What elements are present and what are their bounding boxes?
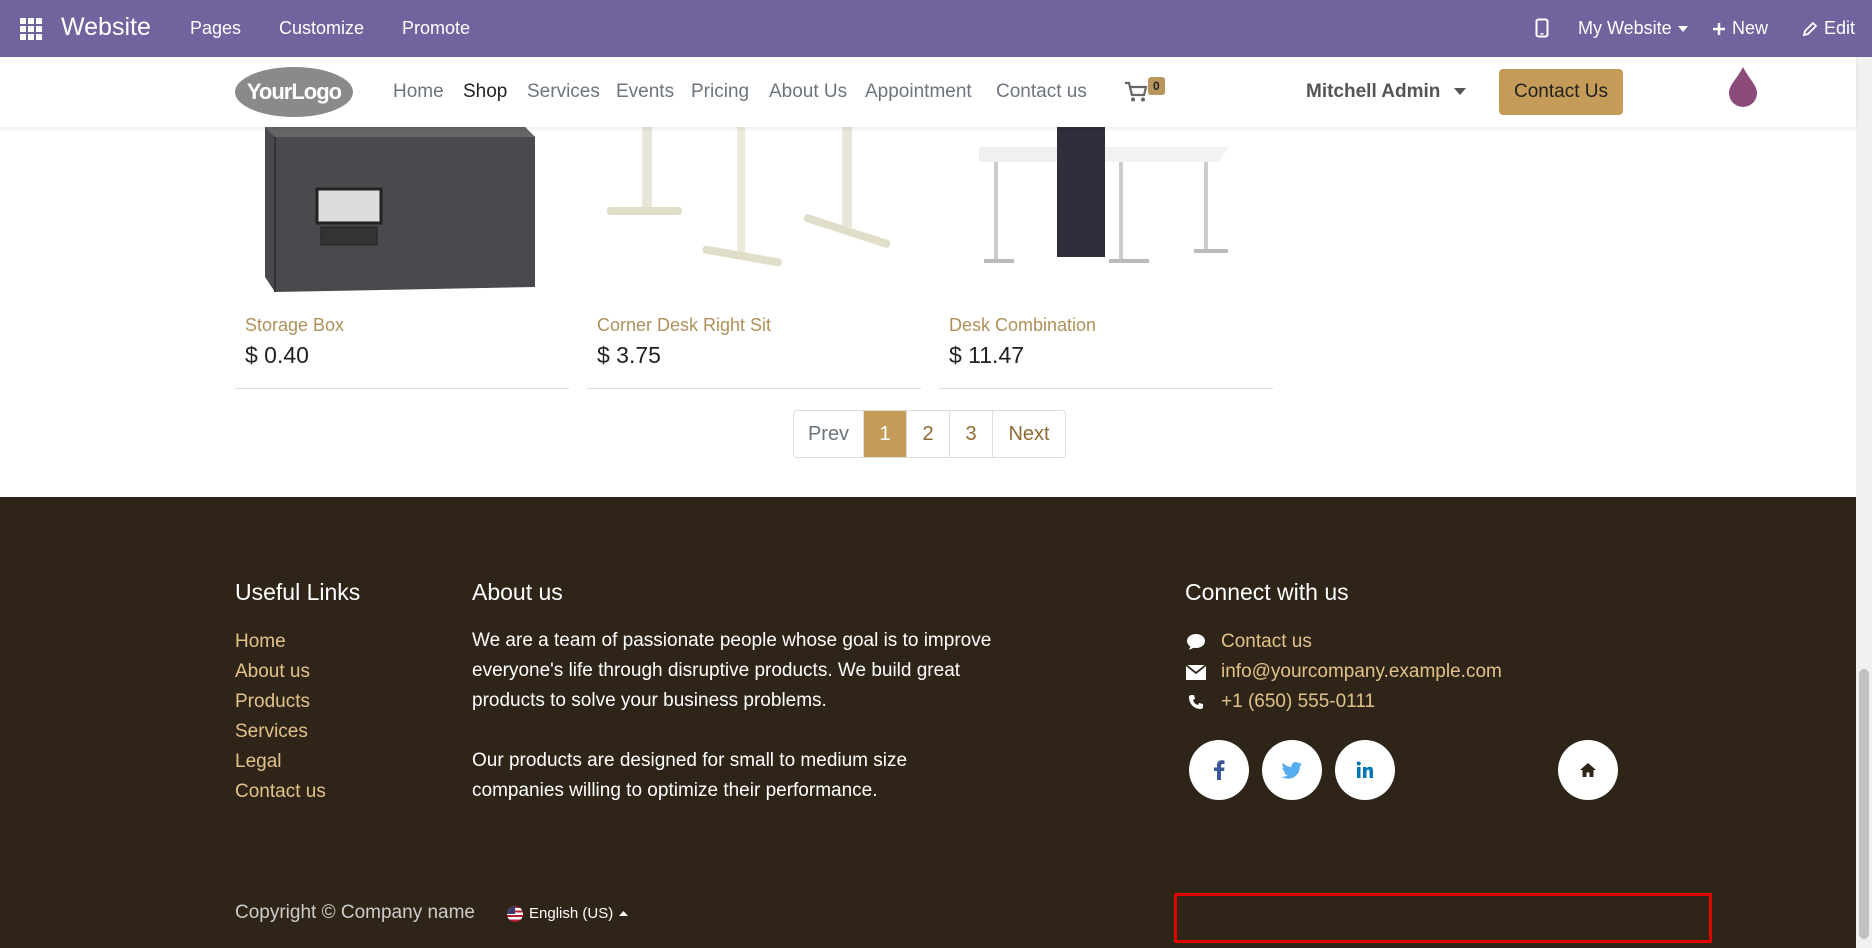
footer-link-about-us[interactable]: About us (235, 661, 310, 683)
mobile-preview-button[interactable] (1535, 18, 1549, 38)
phone-icon (1185, 693, 1207, 711)
footer-link-products[interactable]: Products (235, 691, 310, 713)
email-row[interactable]: info@yourcompany.example.com (1185, 661, 1502, 683)
nav-services[interactable]: Services (527, 81, 600, 103)
pagination-next[interactable]: Next (993, 411, 1065, 457)
about-line: products to solve your business problems… (472, 690, 827, 711)
nav-contact-us[interactable]: Contact us (996, 81, 1087, 103)
pagination-prev[interactable]: Prev (794, 411, 864, 457)
theme-drop-icon[interactable] (1727, 65, 1759, 107)
contact-link-row[interactable]: Contact us (1185, 631, 1312, 653)
user-menu[interactable]: Mitchell Admin (1306, 81, 1466, 103)
scrollbar-thumb[interactable] (1859, 669, 1869, 939)
product-card[interactable]: Corner Desk Right Sit $ 3.75 (587, 127, 921, 389)
product-card[interactable]: Storage Box $ 0.40 (235, 127, 569, 389)
twitter-icon[interactable] (1262, 740, 1322, 800)
site-logo[interactable]: YourLogo (235, 67, 353, 117)
product-image[interactable] (587, 127, 921, 297)
product-price: $ 11.47 (949, 342, 1025, 368)
site-header: YourLogo Home Shop Services Events Prici… (0, 57, 1856, 127)
product-name[interactable]: Desk Combination (949, 315, 1096, 336)
nav-shop[interactable]: Shop (463, 81, 507, 103)
cart-count-badge: 0 (1148, 77, 1165, 95)
nav-about-us[interactable]: About Us (769, 81, 847, 103)
contact-us-button[interactable]: Contact Us (1499, 69, 1623, 115)
cart-icon[interactable] (1124, 81, 1148, 103)
linkedin-icon[interactable] (1335, 740, 1395, 800)
facebook-icon[interactable] (1189, 740, 1249, 800)
language-label: English (US) (529, 905, 614, 922)
pagination-page-1[interactable]: 1 (864, 411, 907, 457)
footer-link-services[interactable]: Services (235, 721, 308, 743)
about-line: We are a team of passionate people whose… (472, 630, 992, 651)
site-selector-label: My Website (1578, 18, 1672, 38)
caret-down-icon (1677, 25, 1688, 32)
about-line: Our products are designed for small to m… (472, 750, 908, 771)
pencil-icon (1802, 21, 1818, 36)
footer-link-home[interactable]: Home (235, 631, 286, 653)
page-scrollbar[interactable] (1856, 57, 1872, 948)
new-label: New (1732, 18, 1769, 38)
caret-up-icon (619, 911, 629, 916)
product-price: $ 3.75 (597, 342, 661, 368)
site-footer: Useful Links Home About us Products Serv… (0, 497, 1856, 948)
connect-heading: Connect with us (1185, 579, 1349, 605)
product-image[interactable] (235, 127, 569, 297)
envelope-icon (1185, 663, 1207, 681)
admin-bar: Website Pages Customize Promote My Websi… (0, 0, 1872, 57)
us-flag-icon (507, 905, 523, 922)
product-price: $ 0.40 (245, 342, 309, 368)
pagination-page-3[interactable]: 3 (950, 411, 993, 457)
email-link[interactable]: info@yourcompany.example.com (1221, 661, 1502, 683)
about-line: companies willing to optimize their perf… (472, 780, 878, 801)
plus-icon (1713, 22, 1725, 35)
product-image[interactable] (939, 127, 1273, 297)
phone-link[interactable]: +1 (650) 555-0111 (1221, 691, 1375, 713)
nav-home[interactable]: Home (393, 81, 444, 103)
pagination: Prev 1 2 3 Next (793, 410, 1066, 458)
edit-button[interactable]: Edit (1802, 18, 1855, 39)
nav-events[interactable]: Events (616, 81, 674, 103)
admin-menu-customize[interactable]: Customize (279, 18, 364, 39)
footer-link-legal[interactable]: Legal (235, 751, 282, 773)
pagination-page-2[interactable]: 2 (907, 411, 950, 457)
about-us-text: We are a team of passionate people whose… (472, 626, 991, 716)
contact-us-link[interactable]: Contact us (1221, 631, 1312, 653)
comment-icon (1185, 633, 1207, 651)
nav-pricing[interactable]: Pricing (691, 81, 749, 103)
admin-title[interactable]: Website (61, 13, 151, 42)
user-name: Mitchell Admin (1306, 81, 1441, 102)
apps-grid-icon[interactable] (20, 18, 42, 40)
phone-row[interactable]: +1 (650) 555-0111 (1185, 691, 1375, 713)
product-card[interactable]: Desk Combination $ 11.47 (939, 127, 1273, 389)
edit-label: Edit (1824, 18, 1856, 38)
about-line: everyone's life through disruptive produ… (472, 660, 961, 681)
copyright-text: Copyright © Company name (235, 902, 475, 923)
new-button[interactable]: New (1712, 18, 1768, 39)
language-selector[interactable]: English (US) (507, 905, 629, 922)
nav-appointment[interactable]: Appointment (865, 81, 972, 103)
footer-link-contact-us[interactable]: Contact us (235, 781, 326, 803)
admin-menu-promote[interactable]: Promote (402, 18, 470, 39)
about-us-text-2: Our products are designed for small to m… (472, 746, 907, 806)
product-name[interactable]: Corner Desk Right Sit (597, 315, 771, 336)
site-selector[interactable]: My Website (1578, 18, 1688, 39)
admin-menu-pages[interactable]: Pages (190, 18, 241, 39)
about-us-heading: About us (472, 579, 563, 605)
product-name[interactable]: Storage Box (245, 315, 344, 336)
useful-links-heading: Useful Links (235, 579, 361, 605)
mobile-icon (1535, 18, 1549, 38)
caret-down-icon (1453, 88, 1466, 96)
highlight-box (1174, 893, 1712, 943)
home-icon[interactable] (1558, 740, 1618, 800)
